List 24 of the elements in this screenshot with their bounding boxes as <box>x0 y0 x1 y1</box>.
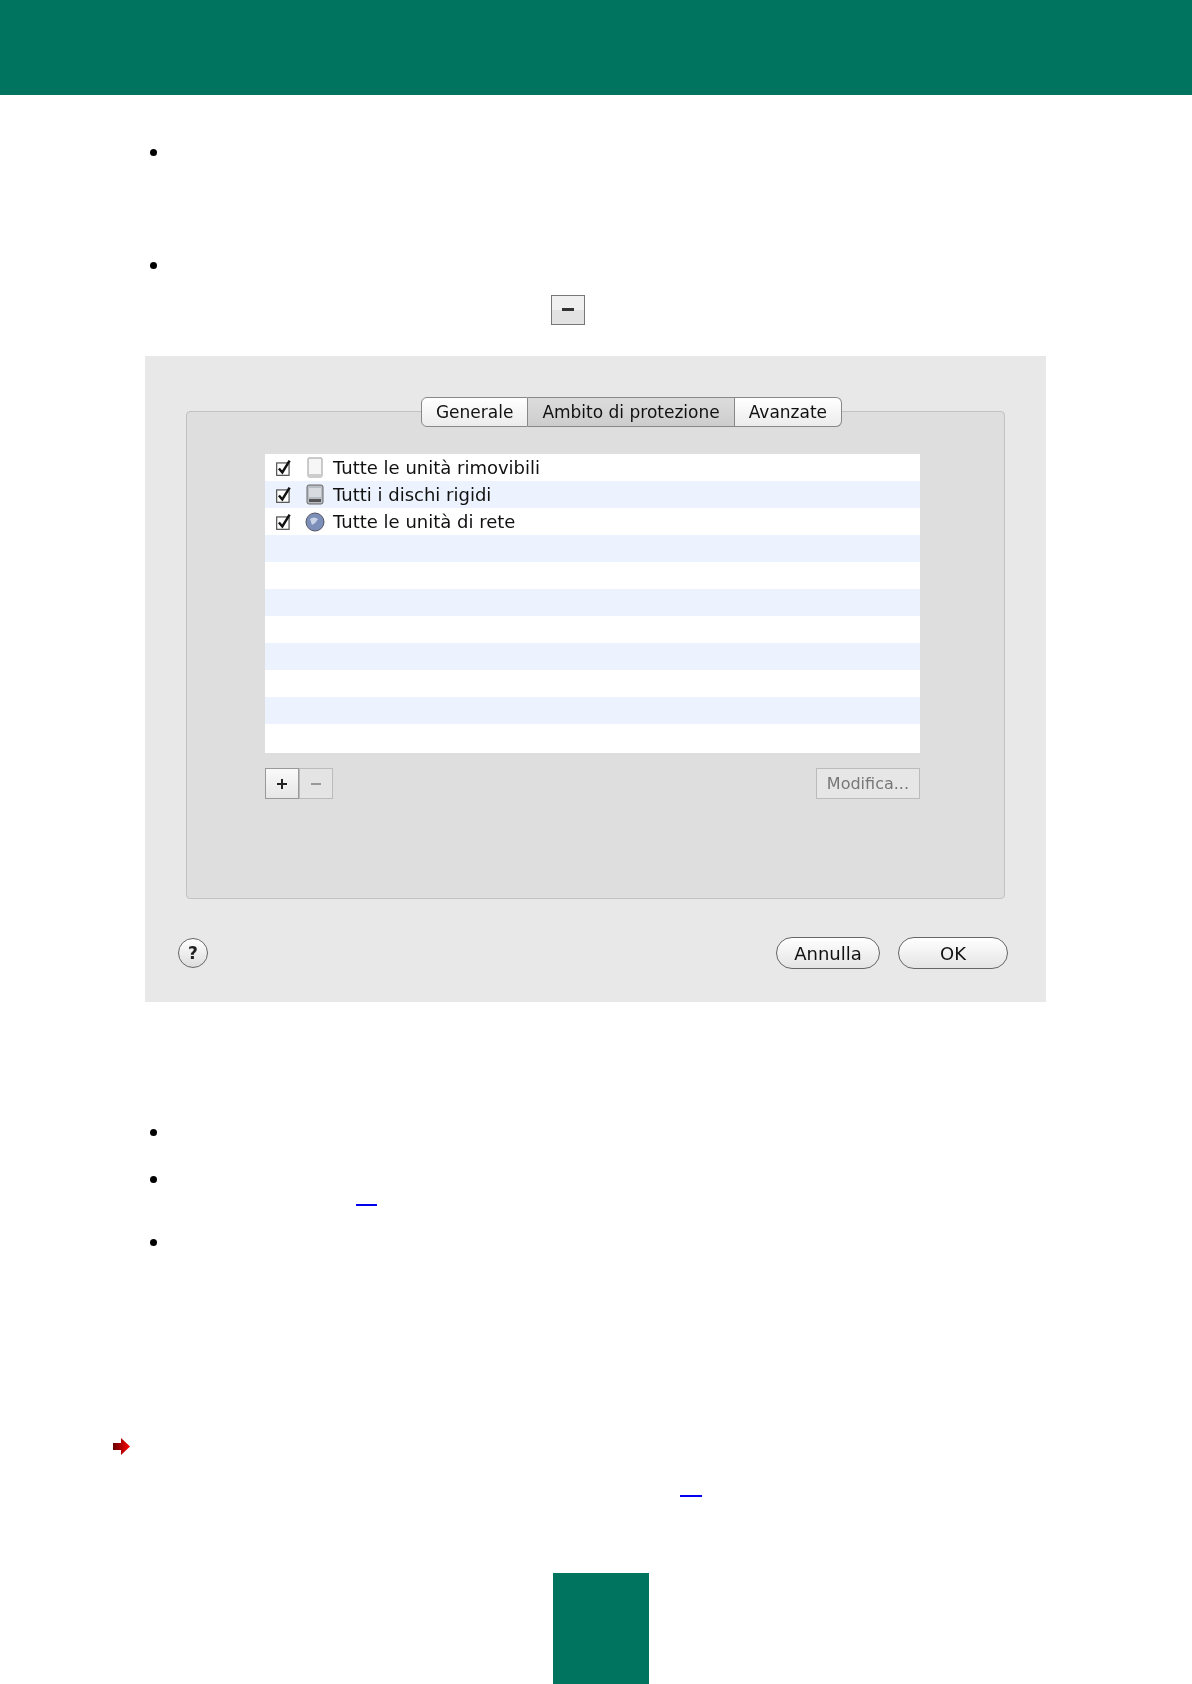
minus-icon <box>551 295 585 325</box>
tab[interactable]: Ambito di protezione <box>528 397 735 427</box>
arrow-icon <box>113 1438 130 1455</box>
bullet-icon <box>150 149 157 156</box>
list-item-label: Tutti i dischi rigidi <box>333 484 492 505</box>
bullet-icon <box>150 1129 157 1136</box>
tab[interactable]: Avanzate <box>734 397 843 427</box>
add-button[interactable] <box>265 768 299 799</box>
bullet-icon <box>150 1176 157 1183</box>
tab[interactable]: Generale <box>420 397 529 427</box>
bullet-icon <box>150 1239 157 1246</box>
globe-icon <box>305 510 325 533</box>
checkbox[interactable] <box>275 485 293 504</box>
bullet-icon <box>150 262 157 269</box>
plus-icon <box>276 777 288 790</box>
cancel-button[interactable]: Annulla <box>776 937 880 969</box>
list-row[interactable]: Tutti i dischi rigidi <box>265 481 920 508</box>
checkbox[interactable] <box>275 458 293 477</box>
checkbox[interactable] <box>275 512 293 531</box>
drive-icon <box>305 456 325 479</box>
list-item-label: Tutte le unità di rete <box>333 511 516 532</box>
list-item-label: Tutte le unità rimovibili <box>333 457 541 478</box>
ok-button[interactable]: OK <box>898 937 1008 969</box>
help-button[interactable]: ? <box>178 938 208 968</box>
